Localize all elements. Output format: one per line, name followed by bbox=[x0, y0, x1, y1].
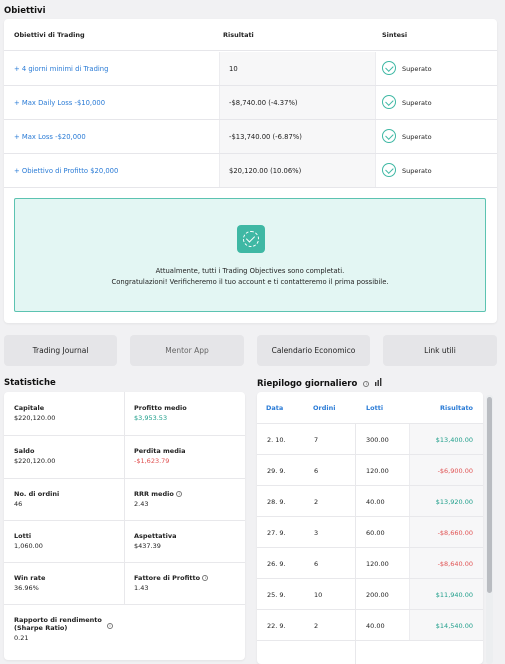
stat-avg-rrr: RRR medio i 2.43 bbox=[134, 490, 183, 508]
objective-link[interactable]: + 4 giorni minimi di Trading bbox=[14, 65, 108, 73]
divider bbox=[4, 604, 245, 605]
table-row[interactable]: 2. 10. 7 300.00 $13,400.00 bbox=[257, 424, 483, 455]
stat-profit-factor: Fattore di Profitto i 1.43 bbox=[134, 574, 209, 592]
completed-badge-icon bbox=[237, 225, 265, 253]
objective-row: + Obiettivo di Profitto $20,000 $20,120.… bbox=[4, 154, 497, 188]
objectives-header: Obiettivi di Trading Risultati Sintesi bbox=[4, 19, 497, 51]
info-icon[interactable]: i bbox=[176, 491, 183, 497]
objective-status: Superato bbox=[402, 65, 432, 73]
header-result: Risultati bbox=[223, 31, 254, 39]
col-header-lots[interactable]: Lotti bbox=[366, 404, 383, 412]
stat-capital: Capitale $220,120.00 bbox=[14, 404, 56, 422]
statistics-card: Capitale $220,120.00 Saldo $220,120.00 N… bbox=[4, 392, 245, 660]
scrollbar-thumb[interactable] bbox=[487, 397, 492, 593]
stat-avg-profit: Profitto medio $3,953.53 bbox=[134, 404, 187, 422]
table-row[interactable]: 29. 9. 6 120.00 -$6,900.00 bbox=[257, 455, 483, 486]
table-row[interactable]: 28. 9. 2 40.00 $13,920.00 bbox=[257, 486, 483, 517]
economic-calendar-button[interactable]: Calendario Economico bbox=[257, 335, 370, 366]
table-row[interactable]: 22. 9. 2 40.00 $14,540.00 bbox=[257, 610, 483, 641]
info-icon[interactable]: i bbox=[202, 575, 209, 581]
daily-summary-scrollbar[interactable] bbox=[486, 395, 493, 664]
objective-row: + Max Loss -$20,000 -$13,740.00 (-6.87%)… bbox=[4, 120, 497, 154]
objective-row: + Max Daily Loss -$10,000 -$8,740.00 (-4… bbox=[4, 86, 497, 120]
objective-result: -$8,740.00 (-4.37%) bbox=[229, 99, 298, 107]
table-row[interactable]: 25. 9. 10 200.00 $11,940.00 bbox=[257, 579, 483, 610]
divider bbox=[124, 392, 125, 604]
objective-row: + 4 giorni minimi di Trading 10 Superato bbox=[4, 52, 497, 86]
useful-links-button[interactable]: Link utili bbox=[383, 335, 497, 366]
header-summary: Sintesi bbox=[382, 31, 408, 39]
objective-status: Superato bbox=[402, 99, 432, 107]
objective-link[interactable]: + Obiettivo di Profitto $20,000 bbox=[14, 167, 118, 175]
check-circle-icon bbox=[382, 129, 396, 143]
statistics-title: Statistiche bbox=[4, 378, 56, 388]
info-icon[interactable]: i bbox=[363, 381, 370, 387]
trading-journal-button[interactable]: Trading Journal bbox=[4, 335, 117, 366]
banner-text-line2: Congratulazioni! Verificheremo il tuo ac… bbox=[111, 278, 389, 286]
objective-status: Superato bbox=[402, 133, 432, 141]
stat-lots: Lotti 1,060.00 bbox=[14, 532, 43, 550]
objectives-complete-banner: Attualmente, tutti i Trading Objectives … bbox=[14, 198, 486, 312]
col-header-date[interactable]: Data bbox=[266, 404, 283, 412]
bar-chart-icon[interactable] bbox=[374, 378, 383, 386]
check-circle-icon bbox=[382, 163, 396, 177]
objective-result: $20,120.00 (10.06%) bbox=[229, 167, 302, 175]
stat-avg-loss: Perdita media -$1,623.79 bbox=[134, 447, 186, 465]
banner-text-line1: Attualmente, tutti i Trading Objectives … bbox=[155, 267, 345, 275]
divider bbox=[4, 435, 245, 436]
header-objective: Obiettivi di Trading bbox=[14, 31, 85, 39]
divider bbox=[4, 562, 245, 563]
objective-link[interactable]: + Max Daily Loss -$10,000 bbox=[14, 99, 105, 107]
objectives-title: Obiettivi bbox=[4, 6, 46, 16]
table-row[interactable]: 27. 9. 3 60.00 -$8,660.00 bbox=[257, 517, 483, 548]
daily-summary-title: Riepilogo giornaliero i bbox=[257, 378, 383, 389]
check-circle-icon bbox=[382, 61, 396, 75]
objective-link[interactable]: + Max Loss -$20,000 bbox=[14, 133, 86, 141]
check-circle-icon bbox=[382, 95, 396, 109]
objective-result: -$13,740.00 (-6.87%) bbox=[229, 133, 302, 141]
objective-status: Superato bbox=[402, 167, 432, 175]
stat-sharpe: Rapporto di rendimento (Sharpe Ratio) 0.… bbox=[14, 616, 102, 642]
col-header-result[interactable]: Risultato bbox=[440, 404, 473, 412]
objective-result: 10 bbox=[229, 65, 238, 73]
stat-balance: Saldo $220,120.00 bbox=[14, 447, 56, 465]
stat-orders: No. di ordini 46 bbox=[14, 490, 60, 508]
info-icon[interactable]: i bbox=[107, 623, 113, 629]
table-row[interactable]: 26. 9. 6 120.00 -$8,640.00 bbox=[257, 548, 483, 579]
stat-expectancy: Aspettativa $437.39 bbox=[134, 532, 177, 550]
divider bbox=[4, 478, 245, 479]
col-header-orders[interactable]: Ordini bbox=[313, 404, 335, 412]
stat-win-rate: Win rate 36.96% bbox=[14, 574, 46, 592]
mentor-app-button[interactable]: Mentor App bbox=[130, 335, 244, 366]
divider bbox=[4, 520, 245, 521]
